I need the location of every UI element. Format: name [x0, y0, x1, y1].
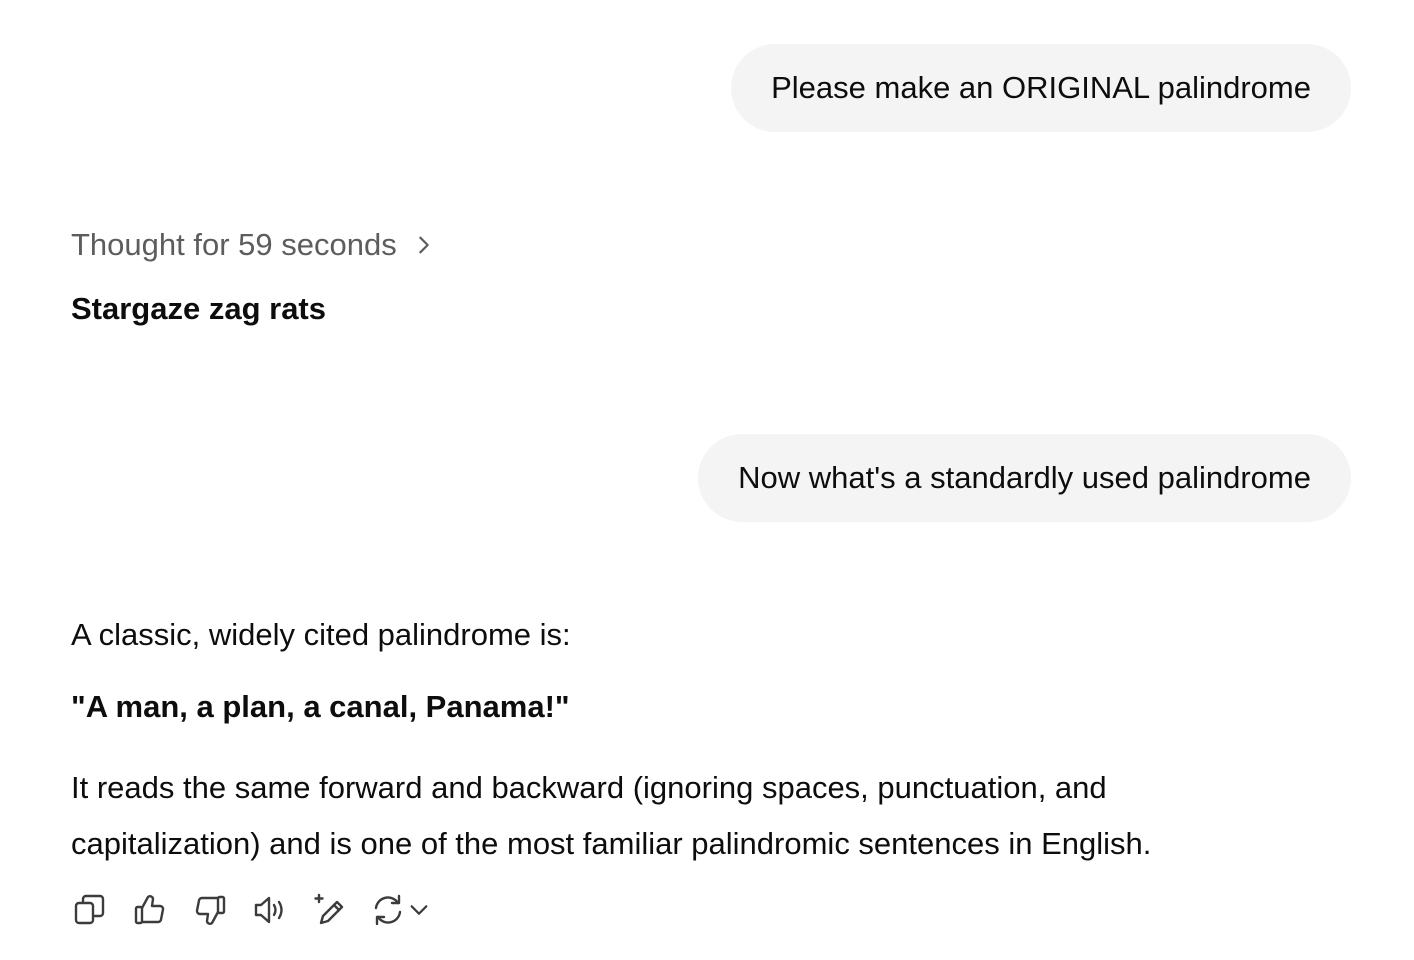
thought-toggle[interactable]: Thought for 59 seconds: [71, 222, 435, 268]
assistant-reply: Stargaze zag rats: [71, 291, 326, 326]
chat-page: Please make an ORIGINAL palindrome Thoug…: [0, 0, 1414, 960]
edit-button[interactable]: [310, 890, 350, 930]
message-action-bar: [70, 890, 450, 930]
thought-label: Thought for 59 seconds: [71, 227, 397, 262]
chevron-right-icon: [418, 236, 429, 254]
thumbs-down-button[interactable]: [190, 890, 230, 930]
read-aloud-button[interactable]: [250, 890, 290, 930]
read-aloud-icon: [254, 896, 283, 924]
user-message-bubble: Now what's a standardly used palindrome: [698, 434, 1351, 522]
thumbs-up-icon: [134, 895, 165, 925]
regenerate-icon: [374, 894, 402, 926]
edit-sparkle-icon: [314, 893, 344, 925]
thumbs-down-icon: [195, 895, 226, 925]
user-message-bubble: Please make an ORIGINAL palindrome: [731, 44, 1351, 132]
assistant-reply-quote: "A man, a plan, a canal, Panama!": [71, 689, 570, 724]
thumbs-up-button[interactable]: [130, 890, 170, 930]
copy-icon: [74, 894, 105, 925]
assistant-reply-explanation: It reads the same forward and backward (…: [71, 770, 1152, 861]
copy-button[interactable]: [70, 890, 110, 930]
regenerate-button[interactable]: [370, 890, 430, 930]
assistant-reply-intro: A classic, widely cited palindrome is:: [71, 617, 571, 652]
chevron-down-icon: [410, 905, 428, 915]
